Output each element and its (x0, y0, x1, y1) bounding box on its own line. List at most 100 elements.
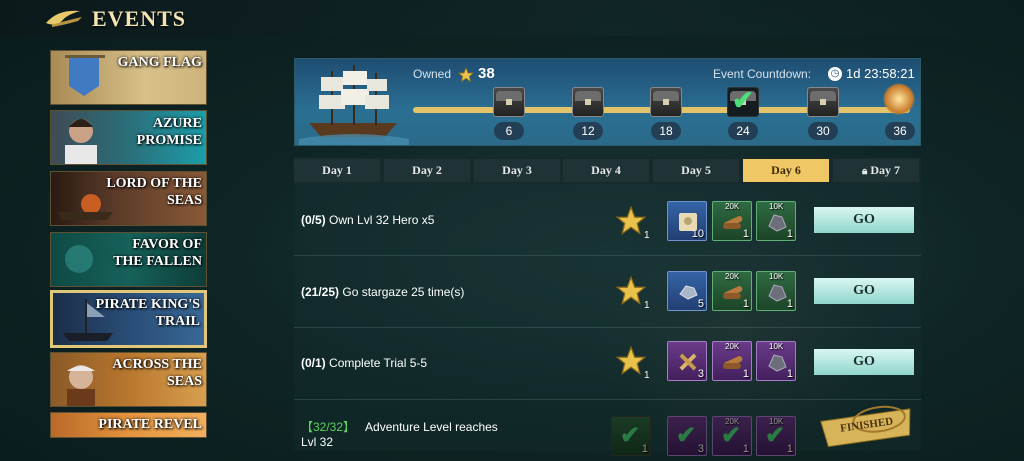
final-reward-ship-icon[interactable] (883, 83, 915, 115)
item-qty: 1 (786, 298, 793, 310)
reward-item-claimed: ✔ 1 (611, 416, 651, 456)
task-description: Go stargaze 25 time(s) (342, 285, 465, 299)
countdown-label: Event Countdown: (713, 67, 812, 81)
page-title: EVENTS (92, 6, 187, 31)
milestone-chest[interactable] (807, 87, 839, 117)
tab-day-1[interactable]: Day 1 (294, 159, 380, 182)
tab-day-2[interactable]: Day 2 (384, 159, 470, 182)
tab-day-7[interactable]: 🔒︎ Day 7 (833, 159, 919, 182)
task-progress: (0/1) (301, 356, 326, 370)
task-description: Own Lvl 32 Hero x5 (329, 213, 435, 227)
milestone-value: 6 (494, 122, 524, 140)
item-qty: 1 (742, 368, 749, 380)
milestone-chest-claimed[interactable]: ✔ (727, 85, 759, 117)
item-qty: 3 (697, 443, 704, 455)
go-button[interactable]: GO (814, 349, 914, 375)
sidebar-item-label: FAVOR OF THE FALLEN (113, 237, 202, 269)
sidebar-item-azure-promise[interactable]: AZURE PROMISE (50, 110, 207, 165)
wood-icon (723, 216, 743, 229)
sidebar-item-label: PIRATE REVEL (98, 417, 202, 432)
star-qty: 1 (644, 370, 650, 381)
reward-item[interactable]: 20K 1 (712, 341, 752, 381)
item-qty: 1 (786, 228, 793, 240)
reward-item-claimed: ✔ 3 (667, 416, 707, 456)
checkmark-icon: ✔ (765, 422, 786, 449)
reward-item[interactable]: 20K 1 (712, 201, 752, 241)
sidebar-item-label: ACROSS THE SEAS (112, 357, 202, 389)
star-icon (616, 346, 646, 375)
owned-label: Owned (413, 67, 452, 81)
item-qty: 5 (697, 298, 704, 310)
checkmark-icon: ✔ (676, 422, 697, 449)
ore-icon (768, 284, 787, 302)
task-progress: (0/5) (301, 213, 326, 227)
clock-icon: ◷ (828, 67, 842, 81)
star-qty: 1 (641, 443, 648, 455)
milestone-value: 18 (651, 122, 681, 140)
item-qty: 1 (786, 368, 793, 380)
crossed-tools-icon (679, 353, 697, 371)
item-qty: 3 (697, 368, 704, 380)
sidebar-item-gang-flag[interactable]: GANG FLAG (50, 50, 207, 105)
reward-item-claimed: 20K ✔ 1 (712, 416, 752, 456)
task-text: (0/1) Complete Trial 5-5 (301, 356, 427, 370)
star-icon (616, 206, 646, 235)
task-description: Complete Trial 5-5 (329, 356, 428, 370)
tab-day-7-label: Day 7 (870, 163, 900, 177)
item-qty: 1 (786, 443, 793, 455)
item-qty: 1 (742, 228, 749, 240)
reward-item[interactable]: 10 (667, 201, 707, 241)
item-qty: 1 (742, 443, 749, 455)
task-row: (0/1) Complete Trial 5-5 1 3 20K 1 10K 1… (294, 328, 921, 400)
tab-day-6[interactable]: Day 6 (743, 159, 829, 182)
go-button[interactable]: GO (814, 207, 914, 233)
day-tab-bar: Day 1 Day 2 Day 3 Day 4 Day 5 Day 6 🔒︎ D… (294, 157, 921, 184)
owned-count: 38 (478, 65, 495, 82)
sidebar-item-label: PIRATE KING'S TRAIL (95, 297, 200, 329)
task-text: (0/5) Own Lvl 32 Hero x5 (301, 213, 434, 227)
sidebar-item-favor-of-the-fallen[interactable]: FAVOR OF THE FALLEN (50, 232, 207, 287)
ore-icon (768, 214, 787, 232)
reward-item[interactable]: 5 (667, 271, 707, 311)
sidebar-item-lord-of-the-seas[interactable]: LORD OF THE SEAS (50, 171, 207, 226)
milestone-chest[interactable] (493, 87, 525, 117)
go-button[interactable]: GO (814, 278, 914, 304)
tab-day-5[interactable]: Day 5 (653, 159, 739, 182)
countdown-value: 1d 23:58:21 (846, 66, 915, 81)
tab-day-3[interactable]: Day 3 (474, 159, 560, 182)
checkmark-icon: ✔ (732, 85, 754, 115)
task-description: Adventure Level reaches (365, 420, 498, 434)
star-qty: 1 (644, 300, 650, 311)
milestone-chest[interactable] (572, 87, 604, 117)
reward-item[interactable]: 10K 1 (756, 271, 796, 311)
chest-icon (807, 87, 839, 117)
sidebar-item-pirate-revel[interactable]: PIRATE REVEL (50, 412, 207, 438)
task-progress: 【32/32】 (301, 420, 356, 434)
reward-item[interactable]: 20K 1 (712, 271, 752, 311)
ship-icon (299, 65, 409, 145)
chest-icon (572, 87, 604, 117)
task-description-line2: Lvl 32 (301, 435, 334, 449)
lock-icon: 🔒︎ (862, 166, 868, 177)
reward-item[interactable]: 10K 1 (756, 201, 796, 241)
reward-item[interactable]: 3 (667, 341, 707, 381)
sidebar-item-across-the-seas[interactable]: ACROSS THE SEAS (50, 352, 207, 407)
checkmark-icon: ✔ (620, 422, 641, 449)
milestone-value: 36 (885, 122, 915, 140)
task-row: (21/25) Go stargaze 25 time(s) 1 5 20K 1… (294, 256, 921, 328)
milestone-chest[interactable] (650, 87, 682, 117)
milestone-value: 12 (573, 122, 603, 140)
reward-item[interactable]: 10K 1 (756, 341, 796, 381)
events-logo-icon (46, 10, 82, 27)
checkmark-icon: ✔ (721, 422, 742, 449)
task-text: (21/25) Go stargaze 25 time(s) (301, 285, 464, 299)
item-qty: 1 (742, 298, 749, 310)
sidebar-item-pirate-kings-trail[interactable]: PIRATE KING'S TRAIL (50, 290, 207, 348)
chest-icon (650, 87, 682, 117)
milestone-value: 24 (728, 122, 758, 140)
star-icon (458, 67, 474, 83)
ore-icon (768, 354, 787, 372)
tab-day-4[interactable]: Day 4 (563, 159, 649, 182)
sidebar-item-label: AZURE PROMISE (136, 116, 202, 148)
reward-item-claimed: 10K ✔ 1 (756, 416, 796, 456)
